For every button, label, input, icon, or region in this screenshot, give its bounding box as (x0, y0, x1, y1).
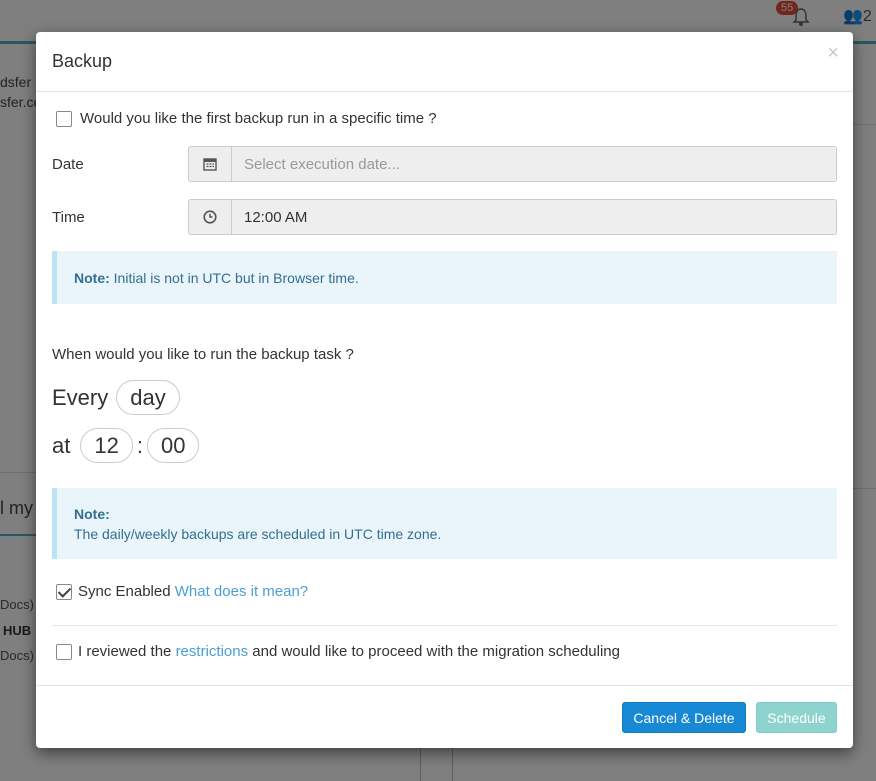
review-text-after: and would like to proceed with the migra… (252, 643, 620, 660)
first-run-option[interactable]: Would you like the first backup run in a… (56, 110, 437, 128)
divider (52, 625, 837, 626)
date-input-group[interactable]: Select execution date... (188, 146, 837, 182)
cron-every-row: Every day (52, 380, 180, 415)
date-input[interactable]: Select execution date... (232, 147, 836, 181)
sync-help-link[interactable]: What does it mean? (175, 583, 308, 600)
restrictions-link[interactable]: restrictions (176, 643, 249, 660)
modal-footer: Cancel & Delete Schedule (36, 685, 853, 748)
review-option[interactable]: I reviewed the restrictions and would li… (56, 643, 620, 661)
minute-select[interactable]: 00 (146, 428, 200, 463)
every-label: Every (52, 384, 109, 410)
calendar-icon[interactable] (189, 147, 232, 181)
close-icon[interactable]: × (827, 42, 839, 65)
time-label: Time (52, 209, 85, 226)
review-text-before: I reviewed the (78, 643, 172, 660)
note-text: The daily/weekly backups are scheduled i… (74, 526, 442, 542)
date-label: Date (52, 156, 84, 173)
time-input-group[interactable]: 12:00 AM (188, 199, 837, 235)
time-input[interactable]: 12:00 AM (232, 200, 836, 234)
note-prefix: Note: (74, 269, 110, 286)
sync-label: Sync Enabled (78, 583, 171, 600)
hour-select[interactable]: 12 (80, 428, 133, 463)
cron-at-row: at 12 : 00 (52, 428, 200, 463)
review-checkbox[interactable] (56, 644, 72, 661)
backup-modal: Backup × Would you like the first backup… (36, 32, 853, 748)
modal-title: Backup (52, 51, 113, 71)
time-separator: : (136, 432, 143, 458)
period-select[interactable]: day (116, 380, 180, 415)
note-text: Initial is not in UTC but in Browser tim… (113, 269, 359, 286)
schedule-question: When would you like to run the backup ta… (52, 346, 354, 363)
schedule-button[interactable]: Schedule (756, 702, 837, 733)
sync-checkbox[interactable] (56, 584, 72, 601)
browser-time-note: Note: Initial is not in UTC but in Brows… (52, 251, 837, 304)
cancel-delete-button[interactable]: Cancel & Delete (622, 702, 746, 733)
first-run-checkbox[interactable] (56, 111, 72, 128)
modal-header: Backup × (36, 32, 853, 92)
utc-note: Note: The daily/weekly backups are sched… (52, 488, 837, 559)
at-label: at (52, 432, 71, 458)
clock-icon[interactable] (189, 200, 232, 234)
sync-option[interactable]: Sync Enabled What does it mean? (56, 583, 308, 601)
note-prefix: Note: (74, 506, 110, 522)
first-run-label: Would you like the first backup run in a… (80, 110, 437, 127)
